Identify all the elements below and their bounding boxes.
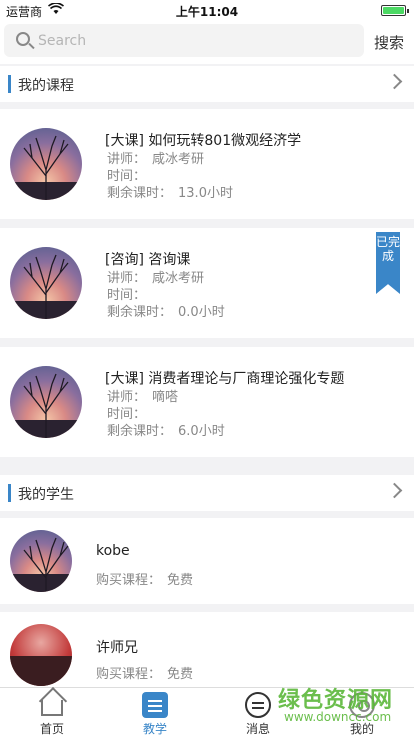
remaining-value: 6.0小时 xyxy=(178,424,225,439)
course-title: [大课] 消费者理论与厂商理论强化专题 xyxy=(105,371,345,387)
remaining-value: 13.0小时 xyxy=(178,186,233,201)
purchase-value: 免费 xyxy=(167,573,194,588)
battery-icon xyxy=(381,5,409,16)
teacher-label: 讲师： xyxy=(107,152,147,167)
teaching-icon xyxy=(142,692,168,718)
home-icon xyxy=(41,700,63,716)
status-bar: 运营商 上午11:04 xyxy=(0,0,414,20)
course-card[interactable]: [咨询] 咨询课 讲师： 咸冰考研 时间： 剩余课时： 0.0小时 xyxy=(0,228,414,338)
time-label: 时间： xyxy=(107,169,147,184)
teacher-label: 讲师： xyxy=(107,390,147,405)
clock: 上午11:04 xyxy=(175,5,239,19)
student-avatar xyxy=(10,624,72,686)
course-info: 讲师： 嘀嗒 时间： 剩余课时： 6.0小时 xyxy=(107,389,225,440)
student-card[interactable]: kobe 购买课程： 免费 xyxy=(0,518,414,604)
student-info: 购买课程： 免费 xyxy=(96,569,193,588)
course-info: 讲师： 咸冰考研 时间： 剩余课时： 13.0小时 xyxy=(107,151,233,202)
courses-section-title: 我的课程 xyxy=(18,78,74,94)
tab-teaching[interactable]: 教学 xyxy=(115,688,195,736)
remaining-label: 剩余课时： xyxy=(107,424,173,439)
remaining-label: 剩余课时： xyxy=(107,186,173,201)
chevron-right-icon[interactable] xyxy=(386,73,403,90)
teacher-value: 咸冰考研 xyxy=(152,152,205,167)
tab-label: 首页 xyxy=(39,722,64,736)
search-button[interactable]: 搜索 xyxy=(374,32,404,53)
course-avatar xyxy=(10,247,82,319)
search-bar: 搜索 xyxy=(0,20,414,64)
tab-label: 教学 xyxy=(142,722,167,736)
time-label: 时间： xyxy=(107,288,147,303)
student-avatar xyxy=(10,530,72,592)
purchase-value: 免费 xyxy=(167,667,194,682)
student-name: kobe xyxy=(96,543,130,559)
tab-home[interactable]: 首页 xyxy=(12,688,92,736)
students-section-title: 我的学生 xyxy=(18,487,74,503)
watermark-url: www.downcc.com xyxy=(284,710,392,724)
watermark: 绿色资源网 www.downcc.com xyxy=(278,682,414,730)
courses-section-header[interactable]: 我的课程 xyxy=(0,66,414,102)
course-card[interactable]: [大课] 如何玩转801微观经济学 讲师： 咸冰考研 时间： 剩余课时： 13.0小… xyxy=(0,109,414,219)
teacher-label: 讲师： xyxy=(107,271,147,286)
teacher-value: 咸冰考研 xyxy=(152,271,205,286)
time-label: 时间： xyxy=(107,407,147,422)
message-icon xyxy=(245,692,271,718)
student-card[interactable]: 许师兄 购买课程： 免费 xyxy=(0,612,414,687)
course-card[interactable]: [大课] 消费者理论与厂商理论强化专题 讲师： 嘀嗒 时间： 剩余课时： 6.0小时 xyxy=(0,347,414,457)
section-accent-bar xyxy=(8,75,11,93)
search-input[interactable] xyxy=(38,28,348,53)
students-section-header[interactable]: 我的学生 xyxy=(0,475,414,511)
course-info: 讲师： 咸冰考研 时间： 剩余课时： 0.0小时 xyxy=(107,270,225,321)
course-title: [大课] 如何玩转801微观经济学 xyxy=(105,133,302,149)
search-icon xyxy=(16,32,30,46)
course-avatar xyxy=(10,366,82,438)
student-info: 购买课程： 免费 xyxy=(96,663,193,682)
purchase-label: 购买课程： xyxy=(96,573,162,588)
purchase-label: 购买课程： xyxy=(96,667,162,682)
section-accent-bar xyxy=(8,484,11,502)
course-title: [咨询] 咨询课 xyxy=(105,252,191,268)
remaining-value: 0.0小时 xyxy=(178,305,225,320)
teacher-value: 嘀嗒 xyxy=(152,390,179,405)
chevron-right-icon[interactable] xyxy=(386,482,403,499)
student-name: 许师兄 xyxy=(96,640,138,656)
course-avatar xyxy=(10,128,82,200)
search-box[interactable] xyxy=(4,24,364,57)
remaining-label: 剩余课时： xyxy=(107,305,173,320)
